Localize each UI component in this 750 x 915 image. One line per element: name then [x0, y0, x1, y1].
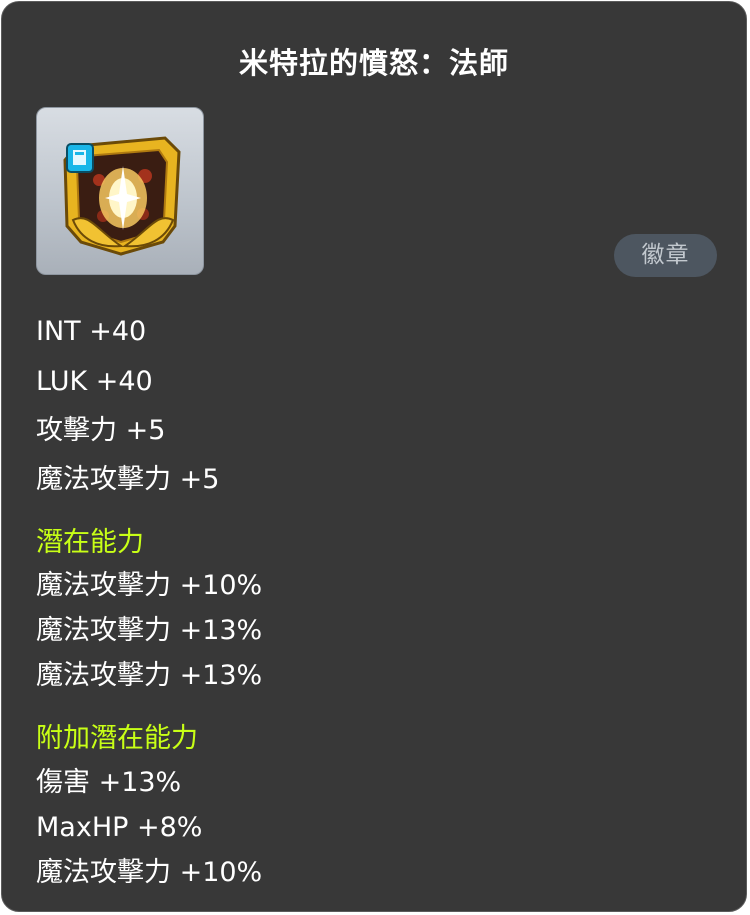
item-tooltip-card: 米特拉的憤怒：法師 徽章 INT +40 LUK +40 攻擊力 +5 魔法攻擊…	[1, 1, 747, 912]
potential-line: 魔法攻擊力 +13%	[36, 615, 263, 646]
potential-heading: 潛在能力	[36, 527, 144, 558]
additional-potential-line: MaxHP +8%	[36, 812, 203, 843]
potential-line: 魔法攻擊力 +10%	[36, 570, 263, 601]
item-icon-frame	[36, 107, 204, 275]
additional-potential-line: 魔法攻擊力 +10%	[36, 857, 263, 888]
base-stat-line: LUK +40	[36, 366, 153, 397]
potential-line: 魔法攻擊力 +13%	[36, 660, 263, 691]
item-title: 米特拉的憤怒：法師	[238, 46, 509, 80]
base-stat-line: INT +40	[36, 316, 147, 347]
base-stat-line: 攻擊力 +5	[36, 415, 166, 446]
additional-potential-heading: 附加潛在能力	[36, 723, 198, 754]
item-type-badge: 徽章	[614, 234, 717, 277]
additional-potential-line: 傷害 +13%	[36, 767, 182, 798]
base-stat-line: 魔法攻擊力 +5	[36, 464, 220, 495]
mitra-rage-emblem-icon	[63, 136, 181, 256]
